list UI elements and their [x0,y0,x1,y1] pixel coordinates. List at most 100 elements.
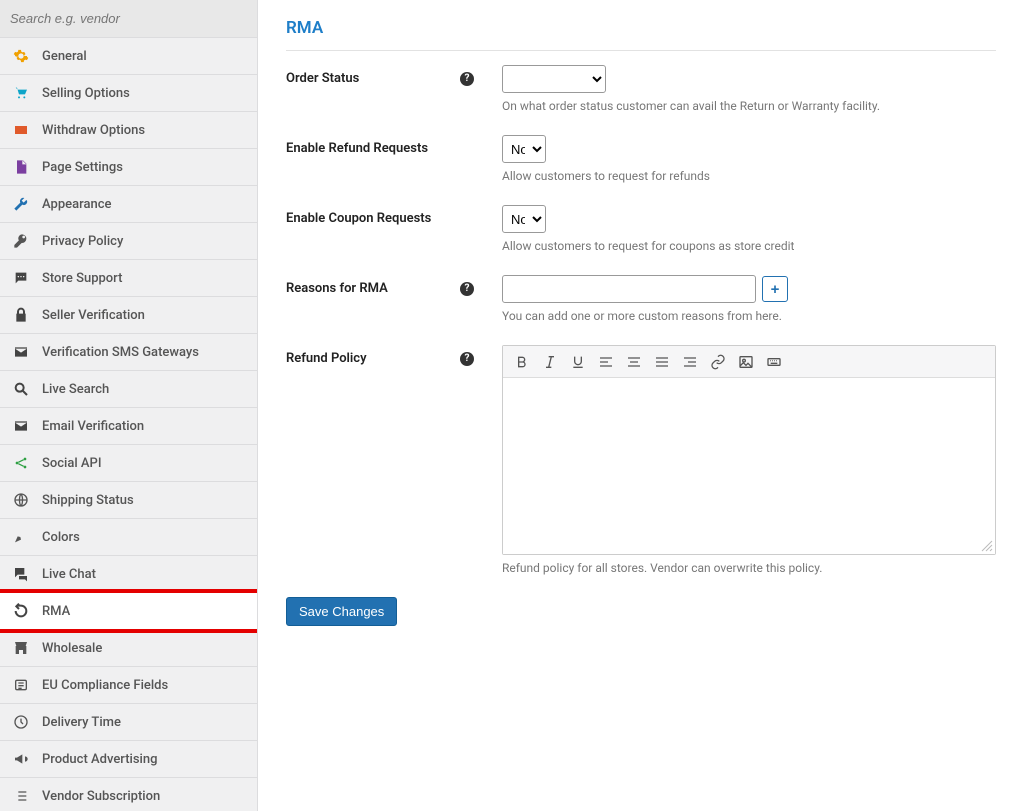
search-icon [12,380,30,398]
row-enable-coupon: Enable Coupon Requests No Allow customer… [286,205,996,253]
align-right-icon[interactable] [677,350,703,374]
keyboard-icon[interactable] [761,350,787,374]
store-icon [12,639,30,657]
hint-order-status: On what order status customer can avail … [502,99,996,113]
sidebar-item-verification-sms-gateways[interactable]: Verification SMS Gateways [0,334,257,371]
control-order-status: On what order status customer can avail … [502,65,996,113]
hint-refund-policy: Refund policy for all stores. Vendor can… [502,561,996,575]
sidebar-item-appearance[interactable]: Appearance [0,186,257,223]
reason-input-row: + [502,275,996,303]
align-justify-icon[interactable] [649,350,675,374]
help-icon[interactable]: ? [460,282,474,296]
sidebar-item-selling-options[interactable]: Selling Options [0,75,257,112]
row-reasons: Reasons for RMA ? + You can add one or m… [286,275,996,323]
sidebar-item-eu-compliance-fields[interactable]: EU Compliance Fields [0,667,257,704]
sidebar-item-general[interactable]: General [0,38,257,75]
page-title: RMA [286,18,996,51]
gear-icon [12,47,30,65]
refund-policy-textarea[interactable] [503,378,995,554]
page-icon [12,158,30,176]
sidebar-item-vendor-subscription[interactable]: Vendor Subscription [0,778,257,811]
sidebar-item-label: Verification SMS Gateways [42,345,199,360]
main-content: RMA Order Status ? On what order status … [258,0,1024,811]
align-center-icon[interactable] [621,350,647,374]
reason-input[interactable] [502,275,756,303]
settings-sidebar: General Selling Options Withdraw Options Pa… [0,0,258,811]
sidebar-item-label: Social API [42,456,102,471]
sidebar-item-social-api[interactable]: Social API [0,445,257,482]
label-reasons-text: Reasons for RMA [286,281,388,296]
cart-icon [12,84,30,102]
enable-refund-select[interactable]: No [502,135,546,163]
sidebar-item-live-search[interactable]: Live Search [0,371,257,408]
sidebar-item-label: General [42,49,87,64]
sidebar-item-withdraw-options[interactable]: Withdraw Options [0,112,257,149]
sidebar-item-wholesale[interactable]: Wholesale [0,630,257,667]
label-order-status: Order Status ? [286,65,502,86]
image-icon[interactable] [733,350,759,374]
refund-policy-editor [502,345,996,555]
sidebar-item-delivery-time[interactable]: Delivery Time [0,704,257,741]
key-icon [12,232,30,250]
row-order-status: Order Status ? On what order status cust… [286,65,996,113]
control-reasons: + You can add one or more custom reasons… [502,275,996,323]
label-refund-policy-text: Refund Policy [286,351,367,366]
share-icon [12,454,30,472]
align-left-icon[interactable] [593,350,619,374]
label-reasons: Reasons for RMA ? [286,275,502,296]
wrench-icon [12,195,30,213]
hint-enable-coupon: Allow customers to request for coupons a… [502,239,996,253]
help-icon[interactable]: ? [460,352,474,366]
sidebar-item-seller-verification[interactable]: Seller Verification [0,297,257,334]
italic-icon[interactable] [537,350,563,374]
control-enable-coupon: No Allow customers to request for coupon… [502,205,996,253]
label-enable-coupon: Enable Coupon Requests [286,205,502,226]
order-status-select[interactable] [502,65,606,93]
editor-toolbar [503,346,995,378]
label-refund-policy: Refund Policy ? [286,345,502,366]
sidebar-item-label: EU Compliance Fields [42,678,168,693]
list-icon [12,787,30,805]
row-enable-refund: Enable Refund Requests No Allow customer… [286,135,996,183]
sidebar-item-label: Shipping Status [42,493,134,508]
wallet-icon [12,121,30,139]
sidebar-item-shipping-status[interactable]: Shipping Status [0,482,257,519]
label-enable-refund: Enable Refund Requests [286,135,502,156]
enable-coupon-select[interactable]: No [502,205,546,233]
sidebar-search-wrap [0,0,257,38]
add-reason-button[interactable]: + [762,276,788,302]
sidebar-item-label: Seller Verification [42,308,145,323]
sidebar-item-label: Withdraw Options [42,123,145,138]
label-order-status-text: Order Status [286,71,359,86]
sidebar-item-product-advertising[interactable]: Product Advertising [0,741,257,778]
resize-handle-icon[interactable] [981,540,993,552]
chat-icon [12,269,30,287]
sidebar-item-label: Selling Options [42,86,130,101]
bold-icon[interactable] [509,350,535,374]
sidebar-item-label: Colors [42,530,80,545]
sidebar-item-label: Delivery Time [42,715,121,730]
underline-icon[interactable] [565,350,591,374]
sidebar-item-rma[interactable]: RMA [0,593,257,630]
sidebar-item-colors[interactable]: Colors [0,519,257,556]
undo-icon [12,602,30,620]
save-changes-button[interactable]: Save Changes [286,597,397,626]
sidebar-item-email-verification[interactable]: Email Verification [0,408,257,445]
link-icon[interactable] [705,350,731,374]
sidebar-item-live-chat[interactable]: Live Chat [0,556,257,593]
sidebar-item-privacy-policy[interactable]: Privacy Policy [0,223,257,260]
sidebar-item-label: Privacy Policy [42,234,123,249]
megaphone-icon [12,750,30,768]
sidebar-item-label: RMA [42,604,70,619]
sidebar-search-input[interactable] [10,11,247,26]
label-enable-refund-text: Enable Refund Requests [286,141,428,156]
sidebar-item-label: Live Search [42,382,109,397]
help-icon[interactable]: ? [460,72,474,86]
sidebar-item-page-settings[interactable]: Page Settings [0,149,257,186]
control-refund-policy: Refund policy for all stores. Vendor can… [502,345,996,575]
sidebar-item-label: Email Verification [42,419,144,434]
sidebar-item-label: Product Advertising [42,752,157,767]
control-enable-refund: No Allow customers to request for refund… [502,135,996,183]
sidebar-item-store-support[interactable]: Store Support [0,260,257,297]
row-refund-policy: Refund Policy ? [286,345,996,575]
